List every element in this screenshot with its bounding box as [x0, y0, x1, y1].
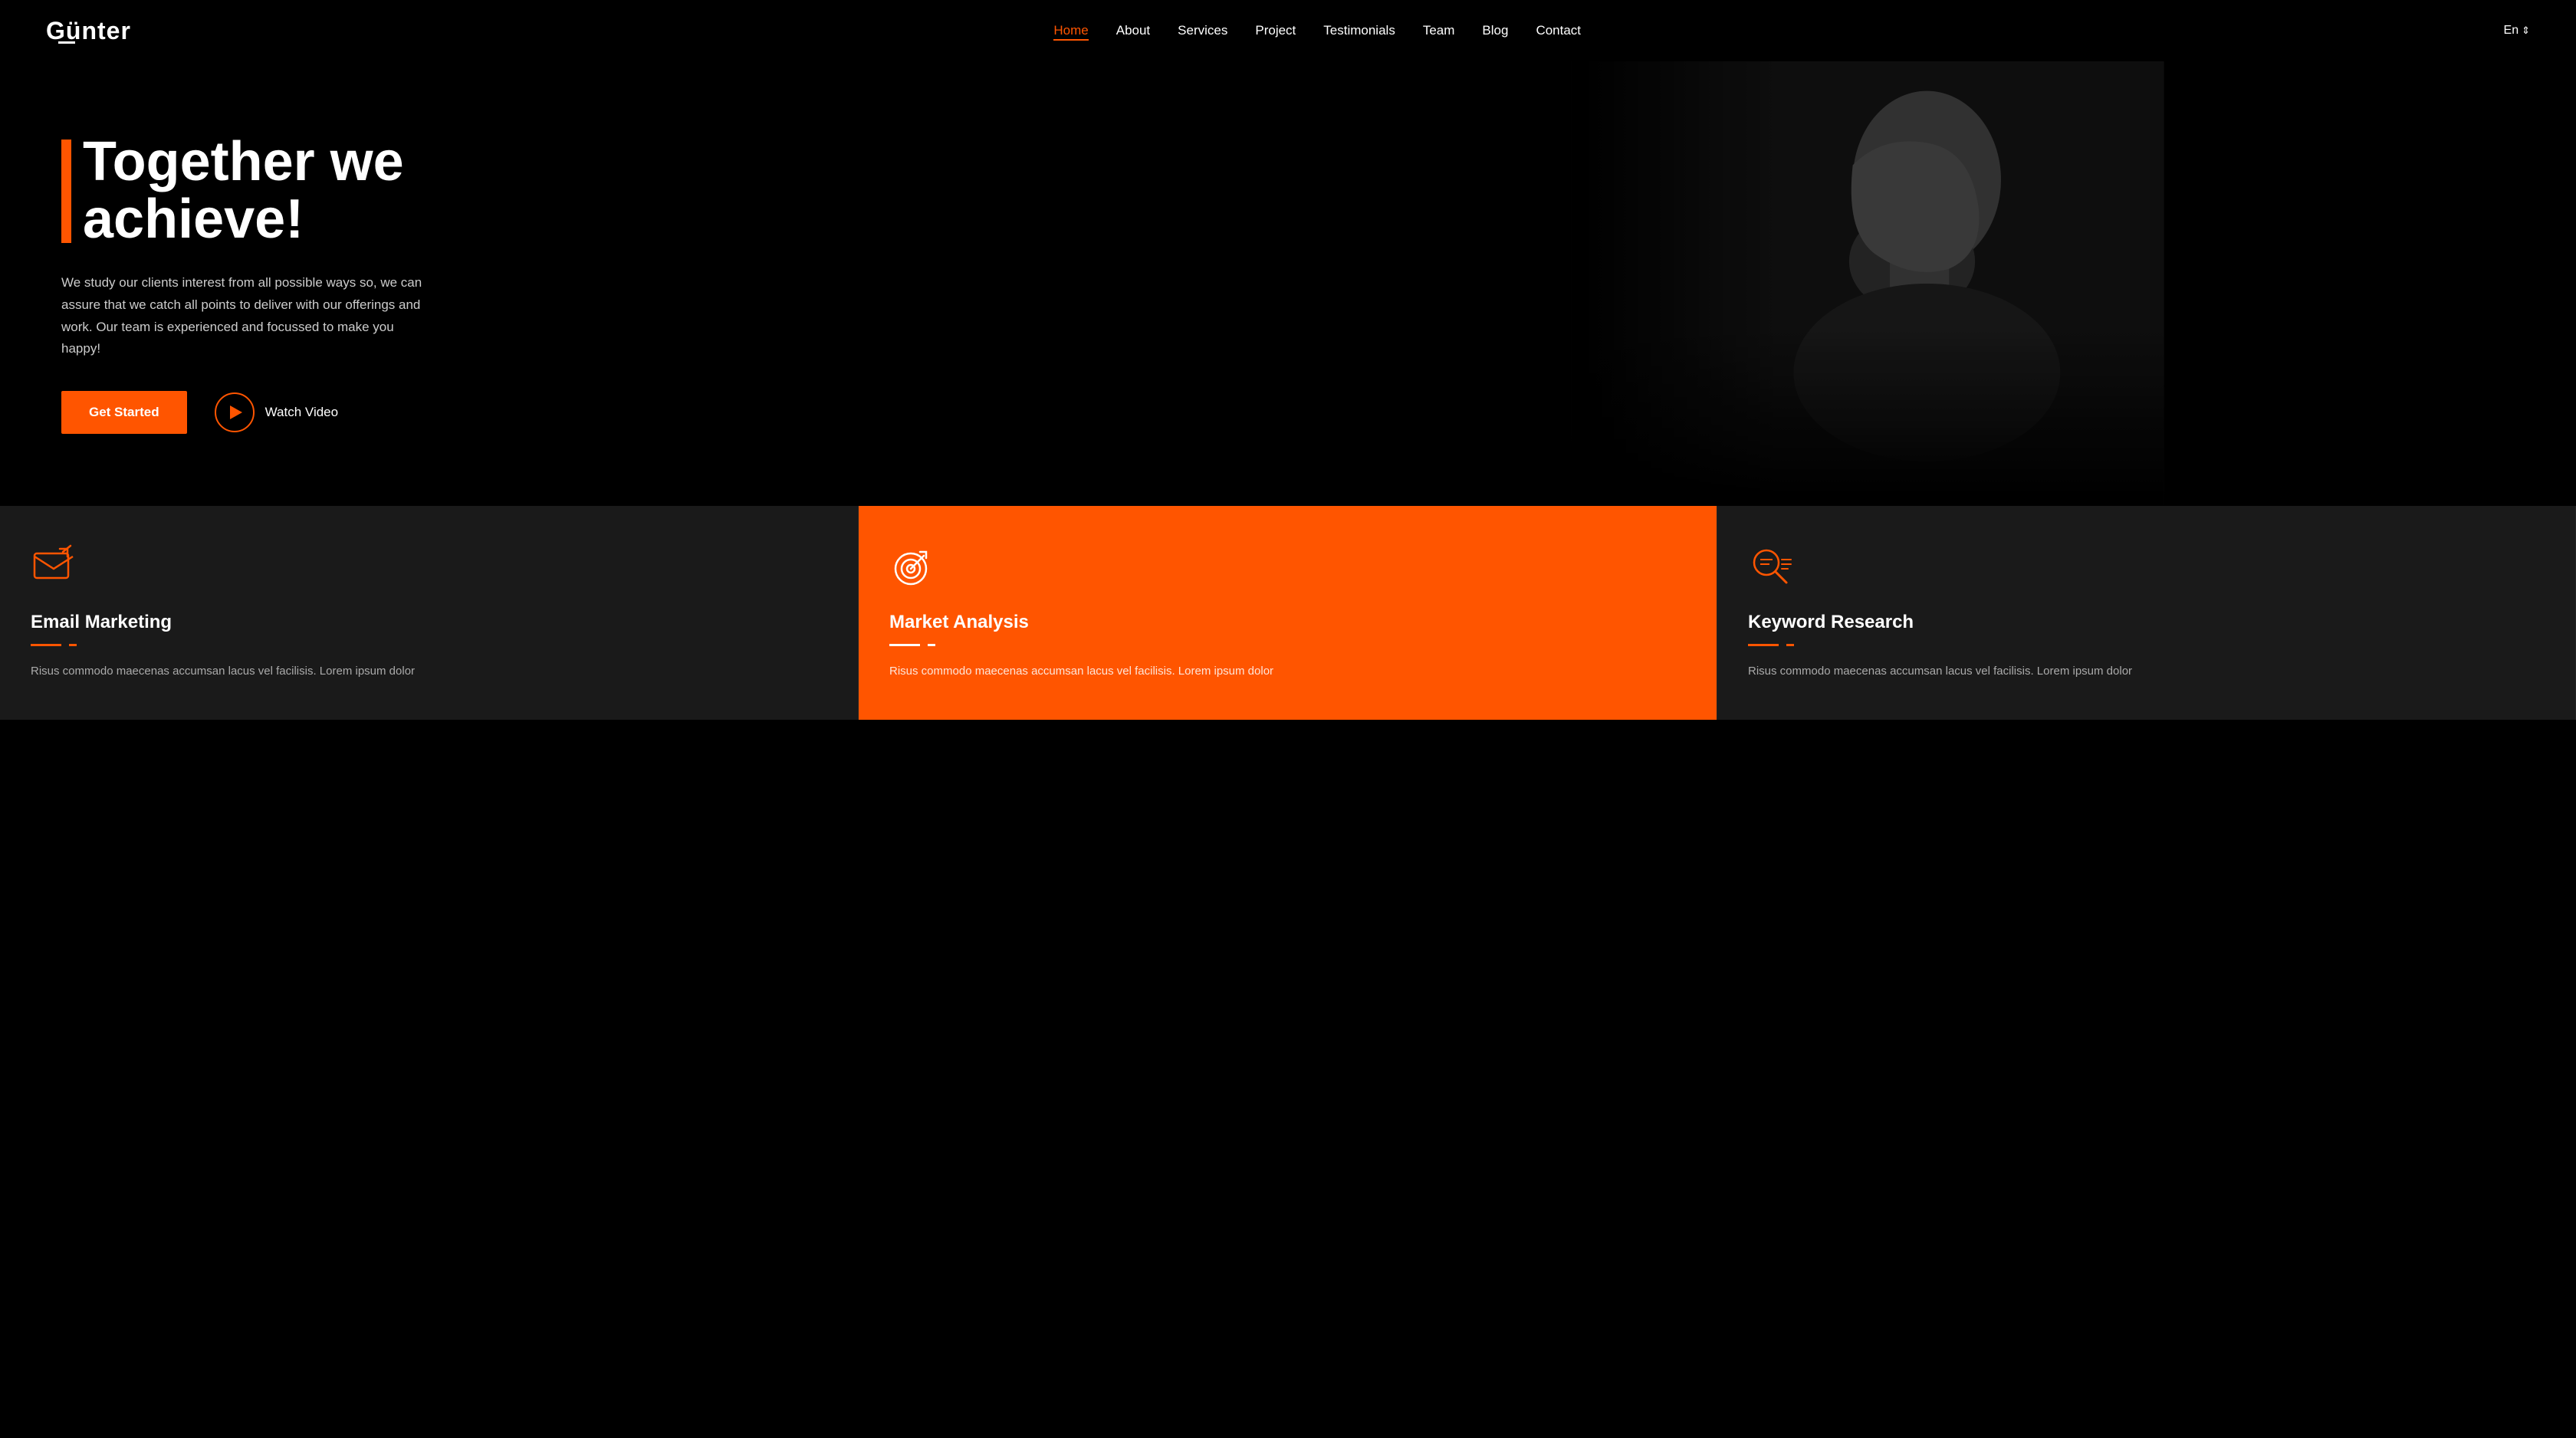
nav-link-contact[interactable]: Contact: [1536, 23, 1581, 38]
nav-item-about[interactable]: About: [1116, 23, 1150, 38]
nav-item-blog[interactable]: Blog: [1482, 23, 1508, 38]
nav-link-services[interactable]: Services: [1178, 23, 1227, 38]
get-started-button[interactable]: Get Started: [61, 391, 187, 434]
hero-title-line1: Together we: [83, 131, 404, 192]
navbar: Günter Home About Services Project Testi…: [0, 0, 2576, 61]
services-section: Email Marketing Risus commodo maecenas a…: [0, 506, 2576, 720]
keyword-research-icon: [1748, 544, 1794, 590]
language-label: En: [2504, 24, 2519, 38]
accent-bar: [61, 140, 71, 243]
hero-title-line2: achieve!: [83, 189, 304, 250]
nav-link-project[interactable]: Project: [1255, 23, 1296, 38]
service-card-market-analysis: Market Analysis Risus commodo maecenas a…: [859, 506, 1717, 720]
logo-text: Günter: [46, 17, 131, 44]
service-title-email: Email Marketing: [31, 612, 827, 633]
play-circle-icon: [215, 392, 255, 432]
hero-title-text: Together we achieve!: [61, 133, 404, 249]
service-underline-keyword: [1748, 644, 1779, 646]
nav-link-blog[interactable]: Blog: [1482, 23, 1508, 38]
language-selector[interactable]: En ⇕: [2504, 24, 2530, 38]
nav-link-about[interactable]: About: [1116, 23, 1150, 38]
play-triangle-icon: [230, 405, 242, 419]
service-underline-market: [889, 644, 920, 646]
nav-item-testimonials[interactable]: Testimonials: [1323, 23, 1395, 38]
nav-item-home[interactable]: Home: [1053, 23, 1088, 38]
nav-item-services[interactable]: Services: [1178, 23, 1227, 38]
hero-description: We study our clients interest from all p…: [61, 272, 429, 361]
service-title-market: Market Analysis: [889, 612, 1686, 633]
market-analysis-icon: [889, 544, 935, 590]
email-marketing-icon: [31, 544, 77, 590]
watch-video-button[interactable]: Watch Video: [215, 392, 338, 432]
watch-video-label: Watch Video: [265, 405, 338, 420]
hero-actions: Get Started Watch Video: [61, 391, 429, 434]
nav-link-team[interactable]: Team: [1423, 23, 1455, 38]
hero-title-wrapper: Together we achieve!: [61, 133, 404, 249]
service-title-keyword: Keyword Research: [1748, 612, 2545, 633]
service-underline-email: [31, 644, 61, 646]
service-desc-keyword: Risus commodo maecenas accumsan lacus ve…: [1748, 662, 2545, 681]
hero-person-svg: [1159, 61, 2576, 506]
nav-link-testimonials[interactable]: Testimonials: [1323, 23, 1395, 38]
service-card-keyword-research: Keyword Research Risus commodo maecenas …: [1717, 506, 2576, 720]
logo-underline: [58, 41, 75, 44]
hero-title: Together we achieve!: [61, 133, 429, 249]
nav-item-team[interactable]: Team: [1423, 23, 1455, 38]
service-desc-email: Risus commodo maecenas accumsan lacus ve…: [31, 662, 827, 681]
nav-item-contact[interactable]: Contact: [1536, 23, 1581, 38]
logo[interactable]: Günter: [46, 17, 131, 45]
hero-image: [1159, 61, 2576, 506]
service-desc-market: Risus commodo maecenas accumsan lacus ve…: [889, 662, 1686, 681]
service-card-email-marketing: Email Marketing Risus commodo maecenas a…: [0, 506, 859, 720]
hero-section: Together we achieve! We study our client…: [0, 61, 2576, 506]
chevron-up-down-icon: ⇕: [2522, 25, 2530, 37]
hero-content: Together we achieve! We study our client…: [0, 87, 475, 481]
nav-links: Home About Services Project Testimonials…: [1053, 23, 1581, 38]
nav-link-home[interactable]: Home: [1053, 23, 1088, 41]
nav-item-project[interactable]: Project: [1255, 23, 1296, 38]
